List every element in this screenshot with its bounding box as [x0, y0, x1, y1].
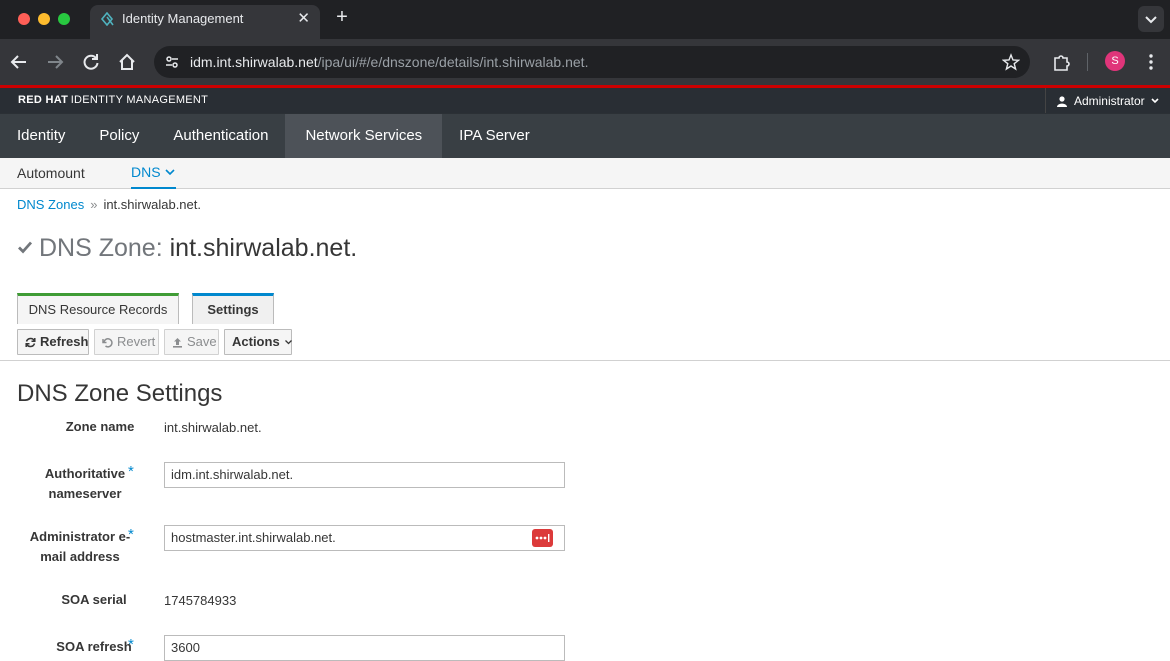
site-settings-icon[interactable]: [164, 54, 180, 70]
minimize-window-button[interactable]: [38, 13, 50, 25]
toolbar-separator: [1087, 53, 1088, 71]
brand-bold: RED HAT: [18, 94, 69, 106]
subnav-automount[interactable]: Automount: [17, 158, 85, 189]
brand-bar: RED HAT IDENTITY MANAGEMENT Administrato…: [0, 88, 1170, 113]
password-manager-icon[interactable]: [532, 529, 553, 547]
chevron-down-icon: [164, 169, 175, 176]
nav-identity[interactable]: Identity: [0, 114, 82, 159]
required-marker: *: [128, 526, 134, 543]
admin-email-label-2: mail address: [40, 549, 120, 564]
zone-name-value: int.shirwalab.net.: [164, 420, 262, 435]
breadcrumb-current: int.shirwalab.net.: [103, 197, 201, 212]
nav-policy[interactable]: Policy: [82, 114, 156, 159]
zone-name-label-text: Zone name: [65, 419, 135, 434]
soa-refresh-input[interactable]: 3600: [164, 635, 565, 661]
bookmark-star-icon[interactable]: [1002, 53, 1020, 71]
breadcrumb-dns-zones[interactable]: DNS Zones: [17, 197, 84, 212]
url-host: idm.int.shirwalab.net: [190, 54, 318, 70]
user-menu[interactable]: Administrator: [1044, 88, 1170, 113]
refresh-label: Refresh: [40, 334, 89, 349]
tab-title: Identity Management: [122, 11, 244, 26]
page-title: DNS Zone: int.shirwalab.net.: [17, 234, 357, 263]
browser-menu-icon[interactable]: [1143, 52, 1159, 72]
profile-avatar[interactable]: S: [1105, 51, 1125, 71]
check-icon: [18, 241, 33, 254]
dots-icon: [535, 534, 550, 542]
browser-titlebar: Identity Management ✕ +: [0, 0, 1170, 39]
maximize-window-button[interactable]: [58, 13, 70, 25]
soa-serial-value: 1745784933: [164, 593, 237, 608]
tab-dns-resource-records[interactable]: DNS Resource Records: [17, 293, 179, 324]
title-prefix: DNS Zone:: [39, 234, 163, 262]
admin-email-value: hostmaster.int.shirwalab.net.: [171, 530, 336, 545]
chevron-down-icon: [1151, 98, 1159, 104]
chevron-down-icon: [285, 340, 293, 345]
browser-tab[interactable]: Identity Management ✕: [90, 5, 320, 39]
browser-toolbar: idm.int.shirwalab.net/ipa/ui/#/e/dnszone…: [0, 39, 1170, 85]
user-icon: [1056, 96, 1067, 107]
section-title: DNS Zone Settings: [17, 380, 223, 407]
upload-icon: [173, 338, 182, 348]
url-path: /ipa/ui/#/e/dnszone/details/int.shirwala…: [317, 54, 589, 70]
home-icon[interactable]: [116, 51, 138, 73]
soa-refresh-label-text: SOA refresh: [56, 639, 132, 654]
breadcrumb: DNS Zones » int.shirwalab.net.: [17, 197, 201, 212]
tab-settings[interactable]: Settings: [192, 293, 274, 324]
breadcrumb-separator: »: [90, 197, 98, 212]
product-logo: RED HAT IDENTITY MANAGEMENT: [18, 88, 208, 113]
undo-icon: [102, 338, 113, 348]
main-navigation: Identity Policy Authentication Network S…: [0, 113, 1170, 159]
admin-email-label-1: Administrator e-: [29, 529, 131, 544]
user-name: Administrator: [1073, 94, 1145, 108]
facet-divider: [0, 360, 1170, 361]
auth-nameserver-input[interactable]: idm.int.shirwalab.net.: [164, 462, 565, 488]
auth-nameserver-label: Authoritative nameserver: [30, 464, 140, 504]
refresh-button[interactable]: Refresh: [17, 329, 89, 355]
actions-label: Actions: [232, 334, 280, 349]
revert-label: Revert: [117, 334, 156, 349]
subnav-dns[interactable]: DNS: [131, 158, 176, 189]
actions-dropdown[interactable]: Actions: [224, 329, 293, 355]
close-window-button[interactable]: [18, 13, 30, 25]
chevron-down-icon: [1145, 16, 1157, 24]
back-arrow-icon[interactable]: [8, 51, 30, 73]
brand-name: IDENTITY MANAGEMENT: [70, 94, 209, 106]
sub-navigation: Automount DNS: [0, 158, 1170, 189]
required-marker: *: [128, 636, 134, 653]
required-marker: *: [128, 463, 134, 480]
new-tab-button[interactable]: +: [332, 6, 352, 29]
nav-ipa-server[interactable]: IPA Server: [442, 114, 547, 159]
tab-search-button[interactable]: [1138, 6, 1164, 32]
save-button[interactable]: Save: [164, 329, 219, 355]
extensions-puzzle-icon[interactable]: [1052, 52, 1072, 72]
admin-email-label: Administrator e- mail address: [20, 527, 140, 567]
auth-nameserver-label-1: Authoritative: [44, 466, 126, 481]
address-bar[interactable]: idm.int.shirwalab.net/ipa/ui/#/e/dnszone…: [154, 46, 1030, 78]
tab-close-icon[interactable]: ✕: [297, 5, 310, 33]
url-text: idm.int.shirwalab.net/ipa/ui/#/e/dnszone…: [190, 46, 588, 78]
idm-favicon-icon: [100, 12, 114, 26]
admin-email-input[interactable]: hostmaster.int.shirwalab.net.: [164, 525, 565, 551]
soa-serial-label-text: SOA serial: [61, 592, 127, 607]
nav-authentication[interactable]: Authentication: [156, 114, 285, 159]
nav-network-services[interactable]: Network Services: [285, 114, 443, 159]
reload-icon[interactable]: [80, 51, 102, 73]
soa-serial-label: SOA serial: [40, 590, 148, 610]
refresh-icon: [25, 337, 36, 348]
zone-title-name: int.shirwalab.net.: [169, 234, 358, 262]
auth-nameserver-label-2: nameserver: [48, 486, 122, 501]
forward-arrow-icon[interactable]: [44, 51, 66, 73]
zone-name-label: Zone name: [40, 417, 160, 437]
revert-button[interactable]: Revert: [94, 329, 159, 355]
save-label: Save: [187, 334, 217, 349]
subnav-dns-label: DNS: [131, 164, 161, 180]
